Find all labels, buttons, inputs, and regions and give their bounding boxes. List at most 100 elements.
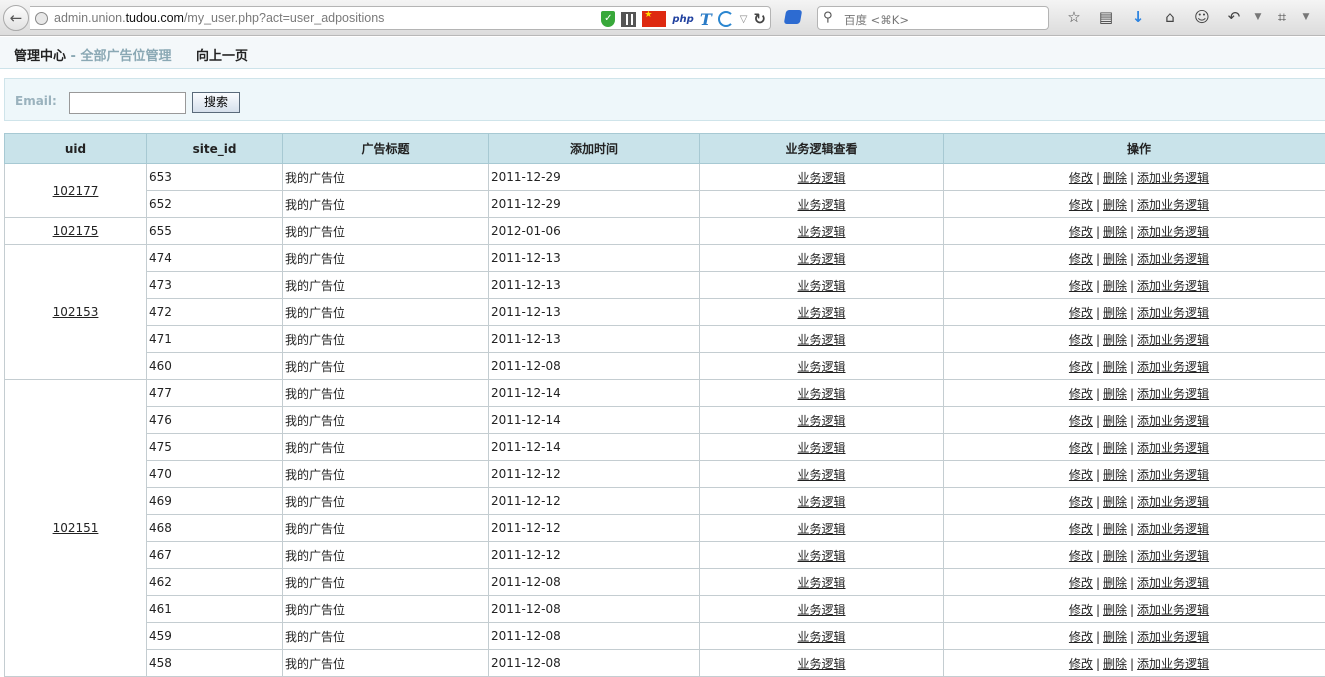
delete-link[interactable]: 删除 bbox=[1103, 603, 1127, 617]
delete-link[interactable]: 删除 bbox=[1103, 468, 1127, 482]
add-logic-link[interactable]: 添加业务逻辑 bbox=[1137, 522, 1209, 536]
edit-link[interactable]: 修改 bbox=[1069, 441, 1093, 455]
address-bar[interactable]: admin.union.tudou.com/my_user.php?act=us… bbox=[30, 6, 771, 30]
edit-link[interactable]: 修改 bbox=[1069, 306, 1093, 320]
add-logic-link[interactable]: 添加业务逻辑 bbox=[1137, 360, 1209, 374]
chat-icon[interactable]: ☺ bbox=[1186, 8, 1218, 26]
edit-link[interactable]: 修改 bbox=[1069, 630, 1093, 644]
add-logic-link[interactable]: 添加业务逻辑 bbox=[1137, 495, 1209, 509]
search-bar[interactable]: ⚲ 百度 <⌘K> bbox=[817, 6, 1049, 30]
edit-link[interactable]: 修改 bbox=[1069, 495, 1093, 509]
edit-link[interactable]: 修改 bbox=[1069, 171, 1093, 185]
delete-link[interactable]: 删除 bbox=[1103, 225, 1127, 239]
logic-link[interactable]: 业务逻辑 bbox=[797, 306, 845, 320]
edit-link[interactable]: 修改 bbox=[1069, 198, 1093, 212]
delete-link[interactable]: 删除 bbox=[1103, 522, 1127, 536]
php-icon[interactable]: php bbox=[672, 14, 693, 25]
wave-extension-icon[interactable] bbox=[718, 11, 734, 27]
crop-icon[interactable]: ⌗ bbox=[1266, 8, 1298, 26]
add-logic-link[interactable]: 添加业务逻辑 bbox=[1137, 414, 1209, 428]
edit-link[interactable]: 修改 bbox=[1069, 603, 1093, 617]
chevron-down-icon[interactable]: ▼ bbox=[1298, 12, 1314, 22]
logic-link[interactable]: 业务逻辑 bbox=[797, 522, 845, 536]
add-logic-link[interactable]: 添加业务逻辑 bbox=[1137, 441, 1209, 455]
chevron-down-icon[interactable]: ▼ bbox=[1250, 12, 1266, 22]
add-logic-link[interactable]: 添加业务逻辑 bbox=[1137, 603, 1209, 617]
home-icon[interactable]: ⌂ bbox=[1154, 8, 1186, 26]
add-logic-link[interactable]: 添加业务逻辑 bbox=[1137, 387, 1209, 401]
edit-link[interactable]: 修改 bbox=[1069, 414, 1093, 428]
edit-link[interactable]: 修改 bbox=[1069, 333, 1093, 347]
menu-icon[interactable]: ≡ bbox=[1314, 8, 1325, 26]
logic-link[interactable]: 业务逻辑 bbox=[797, 603, 845, 617]
add-logic-link[interactable]: 添加业务逻辑 bbox=[1137, 252, 1209, 266]
edit-link[interactable]: 修改 bbox=[1069, 387, 1093, 401]
uid-link[interactable]: 102153 bbox=[53, 305, 99, 319]
uid-link[interactable]: 102177 bbox=[53, 184, 99, 198]
delete-link[interactable]: 删除 bbox=[1103, 495, 1127, 509]
back-link[interactable]: 向上一页 bbox=[196, 45, 248, 64]
logic-link[interactable]: 业务逻辑 bbox=[797, 252, 845, 266]
logic-link[interactable]: 业务逻辑 bbox=[797, 441, 845, 455]
back-arrow-icon[interactable]: ← bbox=[3, 5, 29, 31]
add-logic-link[interactable]: 添加业务逻辑 bbox=[1137, 198, 1209, 212]
logic-link[interactable]: 业务逻辑 bbox=[797, 414, 845, 428]
logic-link[interactable]: 业务逻辑 bbox=[797, 333, 845, 347]
shield-check-icon[interactable]: ✓ bbox=[601, 11, 615, 27]
add-logic-link[interactable]: 添加业务逻辑 bbox=[1137, 468, 1209, 482]
delete-link[interactable]: 删除 bbox=[1103, 630, 1127, 644]
logic-link[interactable]: 业务逻辑 bbox=[797, 279, 845, 293]
edit-link[interactable]: 修改 bbox=[1069, 549, 1093, 563]
add-logic-link[interactable]: 添加业务逻辑 bbox=[1137, 225, 1209, 239]
china-flag-icon[interactable] bbox=[642, 11, 666, 27]
delete-link[interactable]: 删除 bbox=[1103, 414, 1127, 428]
uid-link[interactable]: 102151 bbox=[53, 521, 99, 535]
logic-link[interactable]: 业务逻辑 bbox=[797, 198, 845, 212]
edit-link[interactable]: 修改 bbox=[1069, 279, 1093, 293]
edit-link[interactable]: 修改 bbox=[1069, 225, 1093, 239]
logic-link[interactable]: 业务逻辑 bbox=[797, 225, 845, 239]
qr-code-icon[interactable] bbox=[621, 12, 636, 27]
reload-icon[interactable]: ↻ bbox=[753, 10, 766, 28]
add-logic-link[interactable]: 添加业务逻辑 bbox=[1137, 576, 1209, 590]
edit-link[interactable]: 修改 bbox=[1069, 468, 1093, 482]
add-logic-link[interactable]: 添加业务逻辑 bbox=[1137, 306, 1209, 320]
delete-link[interactable]: 删除 bbox=[1103, 441, 1127, 455]
logic-link[interactable]: 业务逻辑 bbox=[797, 468, 845, 482]
add-logic-link[interactable]: 添加业务逻辑 bbox=[1137, 333, 1209, 347]
add-logic-link[interactable]: 添加业务逻辑 bbox=[1137, 171, 1209, 185]
edit-link[interactable]: 修改 bbox=[1069, 252, 1093, 266]
delete-link[interactable]: 删除 bbox=[1103, 333, 1127, 347]
edit-link[interactable]: 修改 bbox=[1069, 522, 1093, 536]
delete-link[interactable]: 删除 bbox=[1103, 306, 1127, 320]
undo-icon[interactable]: ↶ bbox=[1218, 8, 1250, 26]
logic-link[interactable]: 业务逻辑 bbox=[797, 360, 845, 374]
url-text[interactable]: admin.union.tudou.com/my_user.php?act=us… bbox=[54, 11, 384, 25]
email-field[interactable] bbox=[69, 92, 186, 114]
delete-link[interactable]: 删除 bbox=[1103, 360, 1127, 374]
search-button[interactable]: 搜索 bbox=[192, 92, 240, 113]
extension-icon[interactable] bbox=[784, 10, 802, 24]
bookmark-star-icon[interactable]: ☆ bbox=[1058, 8, 1090, 26]
uid-link[interactable]: 102175 bbox=[53, 224, 99, 238]
logic-link[interactable]: 业务逻辑 bbox=[797, 171, 845, 185]
delete-link[interactable]: 删除 bbox=[1103, 387, 1127, 401]
add-logic-link[interactable]: 添加业务逻辑 bbox=[1137, 279, 1209, 293]
delete-link[interactable]: 删除 bbox=[1103, 171, 1127, 185]
logic-link[interactable]: 业务逻辑 bbox=[797, 576, 845, 590]
t-extension-icon[interactable]: T bbox=[700, 10, 712, 29]
delete-link[interactable]: 删除 bbox=[1103, 198, 1127, 212]
logic-link[interactable]: 业务逻辑 bbox=[797, 630, 845, 644]
logic-link[interactable]: 业务逻辑 bbox=[797, 495, 845, 509]
chevron-down-icon[interactable]: ▽ bbox=[740, 14, 748, 25]
download-icon[interactable]: ↓ bbox=[1122, 8, 1154, 26]
add-logic-link[interactable]: 添加业务逻辑 bbox=[1137, 630, 1209, 644]
delete-link[interactable]: 删除 bbox=[1103, 279, 1127, 293]
logic-link[interactable]: 业务逻辑 bbox=[797, 387, 845, 401]
add-logic-link[interactable]: 添加业务逻辑 bbox=[1137, 549, 1209, 563]
reading-list-icon[interactable]: ▤ bbox=[1090, 8, 1122, 26]
delete-link[interactable]: 删除 bbox=[1103, 252, 1127, 266]
delete-link[interactable]: 删除 bbox=[1103, 549, 1127, 563]
logic-link[interactable]: 业务逻辑 bbox=[797, 549, 845, 563]
delete-link[interactable]: 删除 bbox=[1103, 576, 1127, 590]
